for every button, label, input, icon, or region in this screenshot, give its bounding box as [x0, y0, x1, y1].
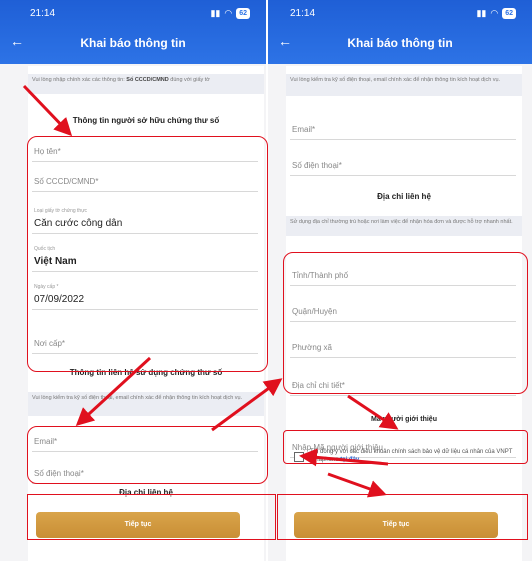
terms-link[interactable]: tại đây	[340, 457, 359, 463]
right-screen: 21:14 ▮▮ ◠ 62 ← Khai báo thông tin Vui l…	[268, 0, 532, 561]
left-screen: 21:14 ▮▮ ◠ 62 ← Khai báo thông tin Vui l…	[0, 0, 266, 561]
page-title: Khai báo thông tin	[80, 36, 186, 50]
continue-button[interactable]: Tiếp tục	[294, 512, 498, 538]
contact-note: Vui lòng kiểm tra kỹ số điện thoại, emai…	[286, 74, 522, 96]
phone-field[interactable]: Số điện thoại*	[32, 454, 258, 484]
status-time: 21:14	[290, 8, 316, 19]
contact-note: Vui lòng kiểm tra kỹ số điện thoại, emai…	[28, 392, 264, 416]
terms-checkbox[interactable]	[294, 452, 304, 462]
nationality-label: Quốc tịch	[34, 246, 56, 252]
status-icons: ▮▮ ◠ 62	[210, 8, 250, 19]
email-field[interactable]: Email*	[32, 426, 258, 452]
contact-section-title: Thông tin liên hệ sử dụng chứng thư số	[69, 368, 223, 377]
email-placeholder: Email*	[292, 125, 316, 134]
issue-date-value: 07/09/2022	[34, 294, 85, 305]
address-detail-placeholder: Địa chỉ chi tiết*	[292, 381, 345, 390]
battery-icon: 62	[236, 8, 250, 19]
issue-date-label: Ngày cấp *	[34, 284, 59, 290]
id-notice: Vui lòng nhập chính xác các thông tin: S…	[28, 74, 264, 94]
wifi-icon: ◠	[490, 8, 499, 18]
province-placeholder: Tỉnh/Thành phố	[292, 271, 349, 280]
address-note: Sử dụng địa chỉ thường trú hoặc nơi làm …	[286, 216, 522, 236]
phone-placeholder: Số điện thoại*	[292, 161, 342, 170]
continue-button[interactable]: Tiếp tục	[36, 512, 240, 538]
form-card: Vui lòng kiểm tra kỹ số điện thoại, emai…	[286, 66, 522, 561]
doc-type-label: Loại giấy tờ chứng thực	[34, 208, 88, 214]
email-placeholder: Email*	[34, 437, 58, 446]
province-select[interactable]: Tỉnh/Thành phố	[290, 252, 516, 286]
battery-icon: 62	[502, 8, 516, 19]
district-placeholder: Quận/Huyện	[292, 307, 337, 316]
nationality-value: Việt Nam	[34, 256, 77, 267]
phone-field[interactable]: Số điện thoại*	[290, 144, 516, 176]
issue-date-field[interactable]: Ngày cấp * 07/09/2022	[32, 280, 258, 310]
id-number-field[interactable]: Số CCCD/CMND*	[32, 164, 258, 192]
issue-place-placeholder: Nơi cấp*	[34, 339, 66, 348]
address-detail-field[interactable]: Địa chỉ chi tiết*	[290, 362, 516, 396]
ward-placeholder: Phường xã	[292, 343, 332, 352]
address-section-title: Địa chỉ liên hệ	[119, 488, 173, 497]
email-field[interactable]: Email*	[290, 108, 516, 140]
nationality-field[interactable]: Quốc tịch Việt Nam	[32, 242, 258, 272]
doc-type-value: Căn cước công dân	[34, 218, 123, 229]
issue-place-field[interactable]: Nơi cấp*	[32, 318, 258, 354]
phone-placeholder: Số điện thoại*	[34, 469, 84, 478]
status-icons: ▮▮ ◠ 62	[476, 8, 516, 19]
header-bar: 21:14 ▮▮ ◠ 62 ← Khai báo thông tin	[268, 0, 532, 64]
name-placeholder: Họ tên*	[34, 147, 61, 156]
wifi-icon: ◠	[224, 8, 233, 18]
signal-icon: ▮▮	[476, 8, 487, 18]
signal-icon: ▮▮	[210, 8, 221, 18]
status-time: 21:14	[30, 8, 56, 19]
form-card: Vui lòng nhập chính xác các thông tin: S…	[28, 66, 264, 561]
doc-type-field[interactable]: Loại giấy tờ chứng thực Căn cước công dâ…	[32, 204, 258, 234]
referrer-section-title: Mã người giới thiệu	[371, 416, 437, 423]
district-select[interactable]: Quận/Huyện	[290, 288, 516, 322]
id-placeholder: Số CCCD/CMND*	[34, 177, 99, 186]
address-section-title: Địa chỉ liên hệ	[377, 192, 431, 201]
terms-text: Tôi đồng ý với các điều khoản chính sách…	[310, 449, 513, 463]
ward-select[interactable]: Phường xã	[290, 324, 516, 358]
page-title: Khai báo thông tin	[347, 36, 453, 50]
owner-section-title: Thông tin người sở hữu chứng thư số	[72, 116, 220, 125]
header-bar: 21:14 ▮▮ ◠ 62 ← Khai báo thông tin	[0, 0, 266, 64]
name-field[interactable]: Họ tên*	[32, 136, 258, 162]
